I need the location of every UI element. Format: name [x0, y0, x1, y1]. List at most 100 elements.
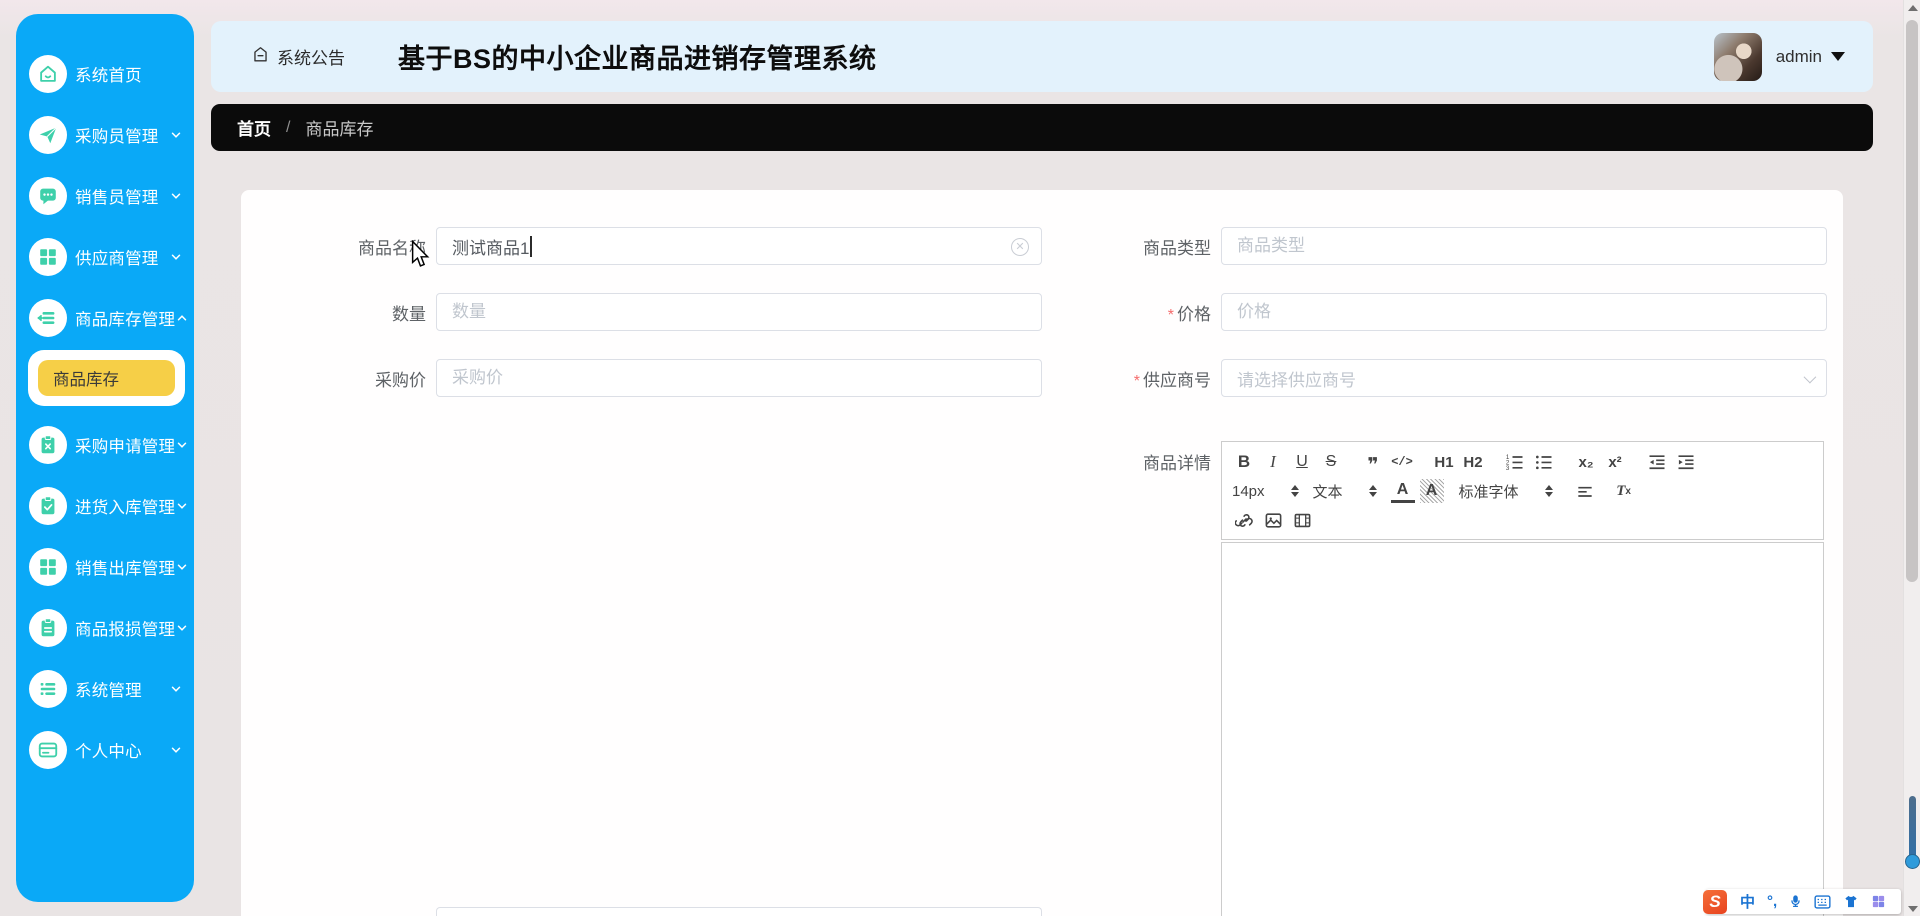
thermometer-widget-icon[interactable] — [1908, 796, 1917, 874]
scroll-down-arrow-icon[interactable] — [1908, 906, 1918, 912]
purchase-price-input[interactable] — [436, 359, 1042, 397]
field-product-type: 商品类型 — [1042, 227, 1827, 265]
microphone-icon[interactable] — [1789, 894, 1802, 909]
bold-button[interactable]: B — [1232, 450, 1256, 474]
product-type-input[interactable] — [1221, 227, 1827, 265]
sidebar-item-label: 销售出库管理 — [75, 555, 175, 579]
select-arrows-icon — [1545, 485, 1553, 498]
rich-text-editor: B I U S ❞ </> H1 H2 123 — [1221, 441, 1824, 916]
sidebar-item-home[interactable]: 系统首页 — [16, 54, 194, 94]
caret-down-icon — [1831, 52, 1845, 61]
code-block-button[interactable]: </> — [1390, 450, 1414, 474]
header1-button[interactable]: H1 — [1432, 450, 1456, 474]
sidebar-item-inbound-mgmt[interactable]: 进货入库管理 — [16, 486, 194, 526]
product-name-value: 测试商品1 — [452, 234, 529, 259]
clean-format-button[interactable]: Tx — [1612, 479, 1636, 503]
scroll-up-arrow-icon[interactable] — [1908, 5, 1918, 11]
font-size-select[interactable]: 14px — [1232, 483, 1299, 500]
sidebar-item-label: 系统首页 — [75, 62, 142, 86]
sidebar-submenu-stock-active[interactable]: 商品库存 — [38, 360, 175, 396]
sidebar-item-outbound-mgmt[interactable]: 销售出库管理 — [16, 547, 194, 587]
sidebar-item-damage-mgmt[interactable]: 商品报损管理 — [16, 608, 194, 648]
avatar[interactable] — [1714, 33, 1762, 81]
bullet-list-button[interactable] — [1532, 450, 1556, 474]
italic-button[interactable]: I — [1261, 450, 1285, 474]
header2-button[interactable]: H2 — [1461, 450, 1485, 474]
chevron-down-icon — [169, 682, 183, 696]
editor-content-area[interactable] — [1221, 542, 1824, 916]
sidebar-item-label: 商品库存管理 — [75, 306, 175, 330]
punctuation-icon[interactable]: °, — [1767, 893, 1777, 910]
chevron-down-icon — [169, 250, 183, 264]
id-card-icon — [29, 731, 67, 769]
chevron-up-icon — [175, 311, 189, 325]
sidebar-item-system-mgmt[interactable]: 系统管理 — [16, 669, 194, 709]
sidebar-item-salesman-mgmt[interactable]: 销售员管理 — [16, 176, 194, 216]
background-color-button[interactable]: A — [1420, 479, 1444, 503]
field-price: *价格 — [1042, 293, 1827, 331]
sidebar-item-buyer-mgmt[interactable]: 采购员管理 — [16, 115, 194, 155]
font-family-value: 标准字体 — [1459, 481, 1519, 502]
sidebar-item-label: 系统管理 — [75, 677, 142, 701]
subscript-button[interactable]: x₂ — [1574, 450, 1598, 474]
scrollbar-thumb[interactable] — [1906, 20, 1918, 582]
superscript-button[interactable]: x² — [1603, 450, 1627, 474]
sidebar-item-label: 采购员管理 — [75, 123, 159, 147]
ordered-list-button[interactable]: 123 — [1503, 450, 1527, 474]
clipboard-lines-icon — [29, 609, 67, 647]
toolbox-icon[interactable] — [1871, 894, 1886, 909]
price-input[interactable] — [1221, 293, 1827, 331]
clipboard-x-icon — [29, 426, 67, 464]
underline-button[interactable]: U — [1290, 450, 1314, 474]
sidebar-item-personal-center[interactable]: 个人中心 — [16, 730, 194, 770]
sidebar-item-stock-mgmt[interactable]: 商品库存管理 — [16, 298, 194, 338]
sidebar-item-label: 进货入库管理 — [75, 494, 175, 518]
font-size-value: 14px — [1232, 483, 1265, 500]
paragraph-style-value: 文本 — [1313, 481, 1343, 502]
supplier-no-select[interactable]: 请选择供应商号 — [1221, 359, 1827, 397]
keyboard-icon[interactable] — [1814, 895, 1831, 909]
select-arrows-icon — [1291, 485, 1299, 498]
text-color-button[interactable]: A — [1391, 479, 1415, 503]
chevron-down-icon — [1804, 371, 1817, 384]
clear-icon[interactable]: ✕ — [1011, 238, 1029, 256]
chevron-down-icon — [175, 499, 189, 513]
next-field-partial-input[interactable] — [436, 907, 1042, 916]
product-name-input[interactable]: 测试商品1 ✕ — [436, 227, 1042, 265]
user-menu[interactable]: admin — [1714, 33, 1845, 81]
sidebar-item-purchase-request-mgmt[interactable]: 采购申请管理 — [16, 425, 194, 465]
indent-button[interactable] — [1674, 450, 1698, 474]
editor-toolbar: B I U S ❞ </> H1 H2 123 — [1221, 441, 1824, 540]
clipboard-check-icon — [29, 487, 67, 525]
system-notice-button[interactable]: 系统公告 — [251, 44, 345, 69]
send-icon — [29, 116, 67, 154]
chinese-mode-icon[interactable]: 中 — [1740, 891, 1755, 912]
font-family-select[interactable]: 标准字体 — [1459, 481, 1553, 502]
link-button[interactable] — [1232, 508, 1256, 532]
sogou-logo-icon[interactable]: S — [1703, 890, 1727, 914]
breadcrumb-home-link[interactable]: 首页 — [237, 115, 271, 140]
outdent-button[interactable] — [1645, 450, 1669, 474]
sidebar-item-supplier-mgmt[interactable]: 供应商管理 — [16, 237, 194, 277]
video-button[interactable] — [1290, 508, 1314, 532]
chevron-down-icon — [175, 438, 189, 452]
vertical-scrollbar[interactable] — [1903, 0, 1920, 916]
image-button[interactable] — [1261, 508, 1285, 532]
chevron-down-icon — [175, 621, 189, 635]
skin-icon[interactable] — [1843, 894, 1859, 909]
quantity-label: 数量 — [241, 300, 436, 325]
sidebar-item-label: 销售员管理 — [75, 184, 159, 208]
sidebar-item-label: 供应商管理 — [75, 245, 159, 269]
svg-text:3: 3 — [1506, 465, 1510, 472]
quantity-input[interactable] — [436, 293, 1042, 331]
paragraph-style-select[interactable]: 文本 — [1313, 481, 1377, 502]
stock-menu-icon — [29, 299, 67, 337]
username: admin — [1776, 47, 1822, 67]
field-quantity: 数量 — [241, 293, 1042, 331]
settings-list-icon — [29, 670, 67, 708]
sidebar-item-label: 采购申请管理 — [75, 433, 175, 457]
align-button[interactable] — [1573, 479, 1597, 503]
strikethrough-button[interactable]: S — [1319, 450, 1343, 474]
supplier-no-label: *供应商号 — [1042, 366, 1221, 391]
blockquote-button[interactable]: ❞ — [1361, 450, 1385, 474]
